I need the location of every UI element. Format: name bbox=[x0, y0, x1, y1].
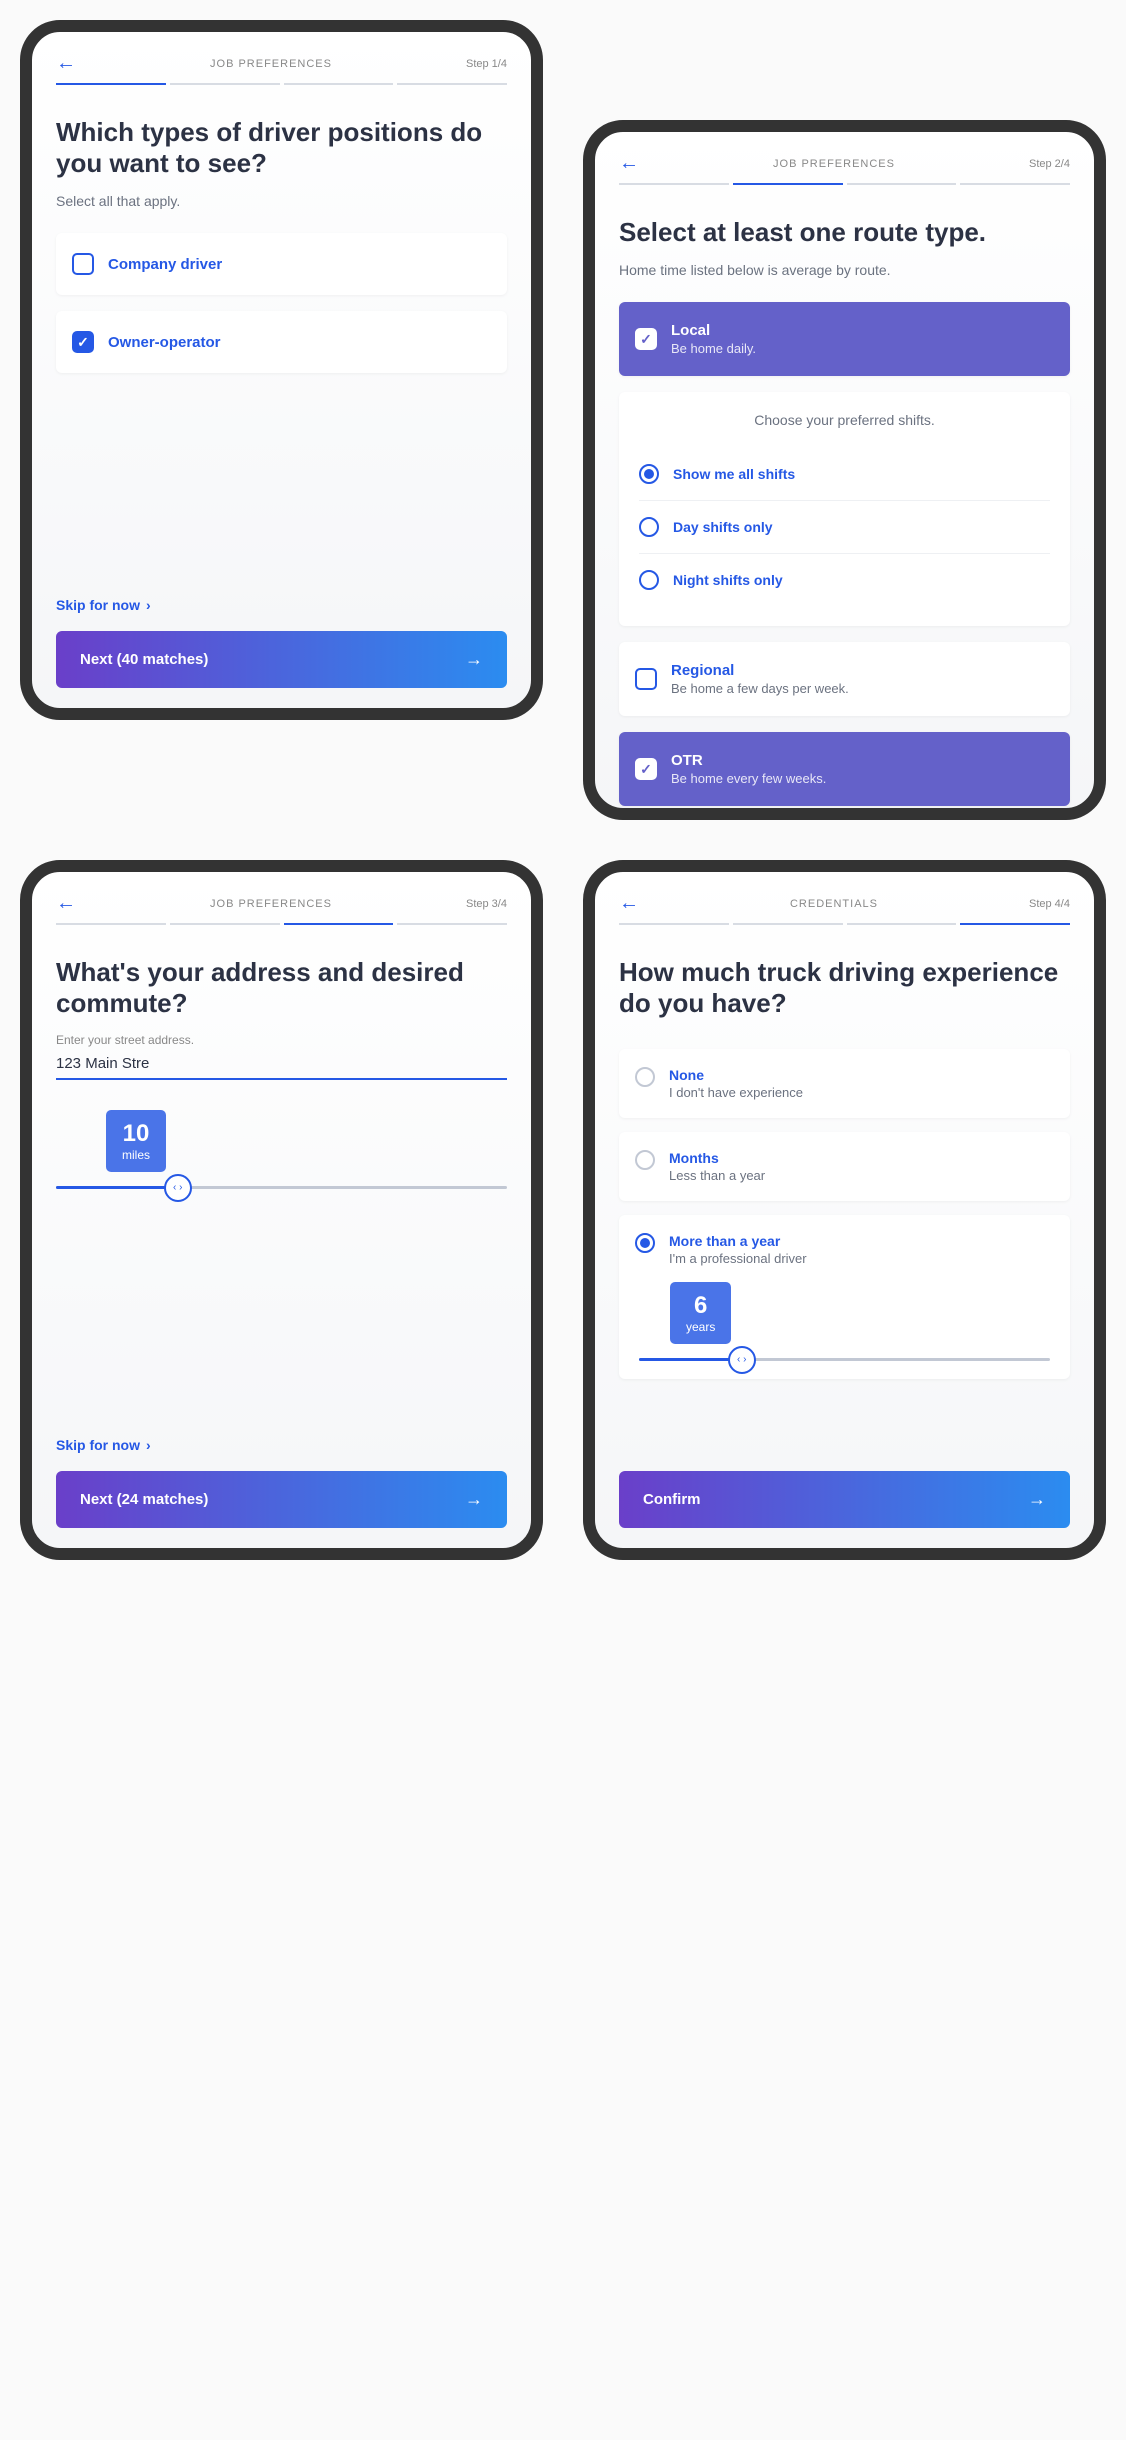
chevron-right-icon: › bbox=[146, 597, 151, 613]
screen-2-route-type: ← JOB PREFERENCES Step 2/4 Select at lea… bbox=[583, 120, 1106, 820]
shift-label: Day shifts only bbox=[673, 519, 773, 535]
arrow-right-icon: → bbox=[1028, 1489, 1046, 1510]
slider-thumb-icon[interactable]: ‹ › bbox=[728, 1346, 756, 1374]
header: ← JOB PREFERENCES Step 1/4 bbox=[56, 52, 507, 75]
commute-value-badge: 10 miles bbox=[106, 1110, 166, 1172]
question-subtitle: Home time listed below is average by rou… bbox=[619, 262, 1070, 278]
step-indicator: Step 1/4 bbox=[466, 58, 507, 70]
shift-option-all[interactable]: Show me all shifts bbox=[639, 448, 1050, 501]
screen-3-address: ← JOB PREFERENCES Step 3/4 What's your a… bbox=[20, 860, 543, 1560]
header: ← JOB PREFERENCES Step 2/4 bbox=[619, 152, 1070, 175]
header: ← JOB PREFERENCES Step 3/4 bbox=[56, 892, 507, 915]
exp-title: None bbox=[669, 1067, 803, 1083]
arrow-right-icon: → bbox=[465, 1489, 483, 1510]
question-title: What's your address and desired commute? bbox=[56, 957, 507, 1019]
screen-4-experience: ← CREDENTIALS Step 4/4 How much truck dr… bbox=[583, 860, 1106, 1560]
commute-slider[interactable]: ‹ › bbox=[56, 1186, 507, 1189]
exp-option-year[interactable]: More than a year I'm a professional driv… bbox=[619, 1215, 1070, 1379]
checkbox-icon bbox=[635, 328, 657, 350]
header-title: JOB PREFERENCES bbox=[210, 58, 332, 70]
route-title: Regional bbox=[671, 662, 849, 679]
skip-link[interactable]: Skip for now › bbox=[56, 1437, 507, 1453]
option-company-driver[interactable]: Company driver bbox=[56, 233, 507, 295]
exp-option-months[interactable]: Months Less than a year bbox=[619, 1132, 1070, 1201]
header: ← CREDENTIALS Step 4/4 bbox=[619, 892, 1070, 915]
radio-icon bbox=[639, 464, 659, 484]
exp-sub: I'm a professional driver bbox=[669, 1251, 807, 1266]
route-sub: Be home every few weeks. bbox=[671, 771, 826, 786]
exp-title: More than a year bbox=[669, 1233, 807, 1249]
back-icon[interactable]: ← bbox=[56, 52, 76, 75]
back-icon[interactable]: ← bbox=[56, 892, 76, 915]
back-icon[interactable]: ← bbox=[619, 892, 639, 915]
next-button[interactable]: Next (24 matches) → bbox=[56, 1471, 507, 1528]
route-otr[interactable]: OTR Be home every few weeks. bbox=[619, 732, 1070, 806]
route-title: Local bbox=[671, 322, 756, 339]
question-subtitle: Select all that apply. bbox=[56, 193, 507, 209]
years-slider[interactable]: ‹ › bbox=[639, 1358, 1050, 1361]
checkbox-icon bbox=[635, 668, 657, 690]
radio-icon bbox=[639, 570, 659, 590]
address-input-label: Enter your street address. bbox=[56, 1033, 507, 1047]
exp-sub: I don't have experience bbox=[669, 1085, 803, 1100]
route-local[interactable]: Local Be home daily. bbox=[619, 302, 1070, 376]
chevron-right-icon: › bbox=[146, 1437, 151, 1453]
exp-title: Months bbox=[669, 1150, 765, 1166]
back-icon[interactable]: ← bbox=[619, 152, 639, 175]
screen-1-positions: ← JOB PREFERENCES Step 1/4 Which types o… bbox=[20, 20, 543, 720]
shift-label: Show me all shifts bbox=[673, 466, 795, 482]
route-regional[interactable]: Regional Be home a few days per week. bbox=[619, 642, 1070, 716]
progress-bar bbox=[56, 923, 507, 925]
checkbox-icon bbox=[72, 253, 94, 275]
question-title: Which types of driver positions do you w… bbox=[56, 117, 507, 179]
progress-bar bbox=[56, 83, 507, 85]
header-title: JOB PREFERENCES bbox=[210, 898, 332, 910]
option-label: Company driver bbox=[108, 256, 222, 273]
step-indicator: Step 4/4 bbox=[1029, 898, 1070, 910]
step-indicator: Step 3/4 bbox=[466, 898, 507, 910]
option-owner-operator[interactable]: Owner-operator bbox=[56, 311, 507, 373]
step-indicator: Step 2/4 bbox=[1029, 158, 1070, 170]
question-title: How much truck driving experience do you… bbox=[619, 957, 1070, 1019]
slider-thumb-icon[interactable]: ‹ › bbox=[164, 1174, 192, 1202]
progress-bar bbox=[619, 923, 1070, 925]
address-input[interactable] bbox=[56, 1051, 507, 1080]
shift-preferences: Choose your preferred shifts. Show me al… bbox=[619, 392, 1070, 626]
shift-label: Night shifts only bbox=[673, 572, 783, 588]
arrow-right-icon: → bbox=[465, 649, 483, 670]
progress-bar bbox=[619, 183, 1070, 185]
years-value-badge: 6 years bbox=[670, 1282, 731, 1344]
route-sub: Be home daily. bbox=[671, 341, 756, 356]
question-title: Select at least one route type. bbox=[619, 217, 1070, 248]
checkbox-icon bbox=[635, 758, 657, 780]
shift-option-night[interactable]: Night shifts only bbox=[639, 554, 1050, 606]
skip-link[interactable]: Skip for now › bbox=[56, 597, 507, 613]
checkbox-icon bbox=[72, 331, 94, 353]
option-label: Owner-operator bbox=[108, 334, 221, 351]
next-button[interactable]: Next (40 matches) → bbox=[56, 631, 507, 688]
exp-sub: Less than a year bbox=[669, 1168, 765, 1183]
confirm-button[interactable]: Confirm → bbox=[619, 1471, 1070, 1528]
radio-icon bbox=[635, 1067, 655, 1087]
route-sub: Be home a few days per week. bbox=[671, 681, 849, 696]
radio-icon bbox=[635, 1150, 655, 1170]
exp-option-none[interactable]: None I don't have experience bbox=[619, 1049, 1070, 1118]
shift-option-day[interactable]: Day shifts only bbox=[639, 501, 1050, 554]
radio-icon bbox=[635, 1233, 655, 1253]
shift-section-title: Choose your preferred shifts. bbox=[639, 412, 1050, 428]
radio-icon bbox=[639, 517, 659, 537]
header-title: JOB PREFERENCES bbox=[773, 158, 895, 170]
route-title: OTR bbox=[671, 752, 826, 769]
header-title: CREDENTIALS bbox=[790, 898, 878, 910]
